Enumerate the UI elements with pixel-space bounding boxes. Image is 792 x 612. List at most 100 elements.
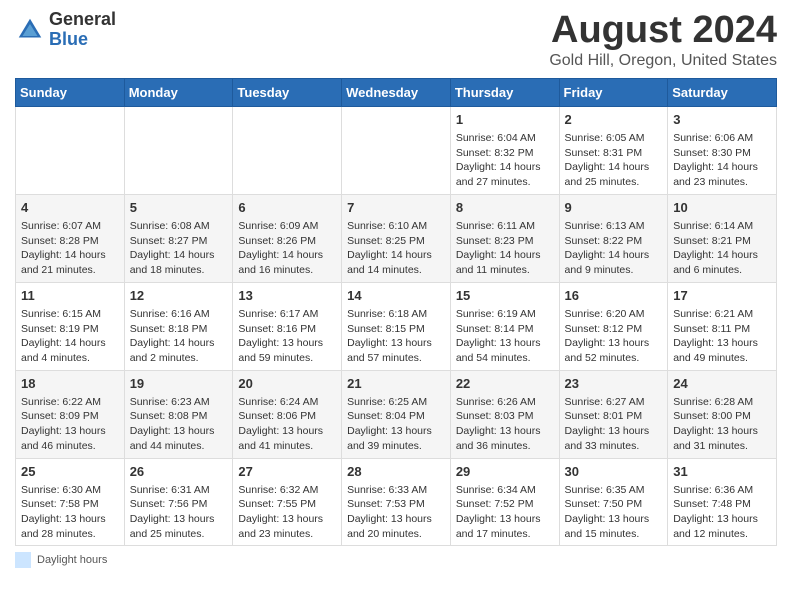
sunset-text: Sunset: 8:32 PM: [456, 147, 534, 159]
sunrise-text: Sunrise: 6:22 AM: [21, 396, 101, 408]
calendar-row: 4Sunrise: 6:07 AMSunset: 8:28 PMDaylight…: [16, 194, 777, 282]
calendar-table: Sunday Monday Tuesday Wednesday Thursday…: [15, 78, 777, 547]
sunrise-text: Sunrise: 6:08 AM: [130, 220, 210, 232]
daylight-text: Daylight: 13 hours and 49 minutes.: [673, 337, 758, 364]
calendar-cell: 20Sunrise: 6:24 AMSunset: 8:06 PMDayligh…: [233, 370, 342, 458]
day-number: 10: [673, 199, 771, 217]
sunrise-text: Sunrise: 6:05 AM: [565, 132, 645, 144]
sunset-text: Sunset: 8:27 PM: [130, 235, 208, 247]
sunset-text: Sunset: 8:16 PM: [238, 323, 316, 335]
sunrise-text: Sunrise: 6:16 AM: [130, 308, 210, 320]
calendar-cell: [233, 106, 342, 194]
sunrise-text: Sunrise: 6:33 AM: [347, 484, 427, 496]
sunset-text: Sunset: 8:26 PM: [238, 235, 316, 247]
day-number: 7: [347, 199, 445, 217]
sunset-text: Sunset: 8:11 PM: [673, 323, 750, 335]
day-number: 25: [21, 463, 119, 481]
col-saturday: Saturday: [668, 78, 777, 106]
daylight-text: Daylight: 13 hours and 46 minutes.: [21, 425, 106, 452]
sunset-text: Sunset: 8:03 PM: [456, 410, 534, 422]
col-thursday: Thursday: [450, 78, 559, 106]
col-friday: Friday: [559, 78, 668, 106]
sunrise-text: Sunrise: 6:17 AM: [238, 308, 318, 320]
col-wednesday: Wednesday: [342, 78, 451, 106]
calendar-cell: 31Sunrise: 6:36 AMSunset: 7:48 PMDayligh…: [668, 458, 777, 546]
sunset-text: Sunset: 8:06 PM: [238, 410, 316, 422]
sunset-text: Sunset: 7:58 PM: [21, 498, 99, 510]
daylight-text: Daylight: 13 hours and 52 minutes.: [565, 337, 650, 364]
sunrise-text: Sunrise: 6:31 AM: [130, 484, 210, 496]
calendar-cell: 30Sunrise: 6:35 AMSunset: 7:50 PMDayligh…: [559, 458, 668, 546]
daylight-text: Daylight: 13 hours and 31 minutes.: [673, 425, 758, 452]
calendar-cell: [16, 106, 125, 194]
daylight-text: Daylight: 14 hours and 11 minutes.: [456, 249, 541, 276]
calendar-body: 1Sunrise: 6:04 AMSunset: 8:32 PMDaylight…: [16, 106, 777, 546]
sunrise-text: Sunrise: 6:14 AM: [673, 220, 753, 232]
daylight-text: Daylight: 13 hours and 54 minutes.: [456, 337, 541, 364]
sunrise-text: Sunrise: 6:25 AM: [347, 396, 427, 408]
calendar-cell: 5Sunrise: 6:08 AMSunset: 8:27 PMDaylight…: [124, 194, 233, 282]
day-number: 26: [130, 463, 228, 481]
calendar-row: 11Sunrise: 6:15 AMSunset: 8:19 PMDayligh…: [16, 282, 777, 370]
sunrise-text: Sunrise: 6:13 AM: [565, 220, 645, 232]
logo: General Blue: [15, 10, 116, 50]
daylight-text: Daylight: 13 hours and 12 minutes.: [673, 513, 758, 540]
calendar-cell: 16 Sunrise: 6:20 AM Sunset: 8:12 PM Dayligh…: [559, 282, 668, 370]
sunrise-text: Sunrise: 6:20 AM: [565, 308, 645, 320]
col-tuesday: Tuesday: [233, 78, 342, 106]
sunrise-text: Sunrise: 6:10 AM: [347, 220, 427, 232]
sunset-text: Sunset: 8:14 PM: [456, 323, 534, 335]
daylight-text: Daylight: 13 hours and 36 minutes.: [456, 425, 541, 452]
day-number: 3: [673, 111, 771, 129]
daylight-text: Daylight: 14 hours and 21 minutes.: [21, 249, 106, 276]
calendar-cell: 17Sunrise: 6:21 AMSunset: 8:11 PMDayligh…: [668, 282, 777, 370]
sunset-text: Sunset: 7:55 PM: [238, 498, 316, 510]
daylight-text: Daylight: 14 hours and 4 minutes.: [21, 337, 106, 364]
calendar-header: Sunday Monday Tuesday Wednesday Thursday…: [16, 78, 777, 106]
calendar-cell: 6Sunrise: 6:09 AMSunset: 8:26 PMDaylight…: [233, 194, 342, 282]
sunrise-text: Sunrise: 6:23 AM: [130, 396, 210, 408]
sunset-text: Sunset: 8:04 PM: [347, 410, 425, 422]
day-number: 19: [130, 375, 228, 393]
sunrise-text: Sunrise: 6:19 AM: [456, 308, 536, 320]
daylight-text: Daylight: 14 hours and 25 minutes.: [565, 161, 650, 188]
day-number: 22: [456, 375, 554, 393]
day-number: 20: [238, 375, 336, 393]
day-number: 15: [456, 287, 554, 305]
logo-icon: [15, 15, 45, 45]
calendar-cell: 26Sunrise: 6:31 AMSunset: 7:56 PMDayligh…: [124, 458, 233, 546]
calendar-cell: 3Sunrise: 6:06 AMSunset: 8:30 PMDaylight…: [668, 106, 777, 194]
daylight-text: Daylight: 14 hours and 14 minutes.: [347, 249, 432, 276]
sunset-text: Sunset: 8:12 PM: [565, 323, 643, 335]
sunset-text: Sunset: 8:01 PM: [565, 410, 643, 422]
sunrise-text: Sunrise: 6:26 AM: [456, 396, 536, 408]
sunset-text: Sunset: 8:31 PM: [565, 147, 643, 159]
day-number: 16: [565, 287, 663, 305]
calendar-cell: 11Sunrise: 6:15 AMSunset: 8:19 PMDayligh…: [16, 282, 125, 370]
sunrise-text: Sunrise: 6:09 AM: [238, 220, 318, 232]
daylight-text: Daylight: 14 hours and 18 minutes.: [130, 249, 215, 276]
calendar-cell: 15 Sunrise: 6:19 AM Sunset: 8:14 PM Dayligh…: [450, 282, 559, 370]
day-number: 9: [565, 199, 663, 217]
header-row: Sunday Monday Tuesday Wednesday Thursday…: [16, 78, 777, 106]
page-header: General Blue August 2024 Gold Hill, Oreg…: [15, 10, 777, 70]
daylight-text: Daylight: 14 hours and 2 minutes.: [130, 337, 215, 364]
daylight-text: Daylight: 13 hours and 44 minutes.: [130, 425, 215, 452]
sunrise-text: Sunrise: 6:04 AM: [456, 132, 536, 144]
daylight-text: Daylight: 13 hours and 28 minutes.: [21, 513, 106, 540]
sunset-text: Sunset: 7:56 PM: [130, 498, 208, 510]
sunset-text: Sunset: 8:19 PM: [21, 323, 99, 335]
sunrise-text: Sunrise: 6:35 AM: [565, 484, 645, 496]
daylight-text: Daylight: 14 hours and 9 minutes.: [565, 249, 650, 276]
day-number: 13: [238, 287, 336, 305]
daylight-text: Daylight: 14 hours and 16 minutes.: [238, 249, 323, 276]
sunrise-text: Sunrise: 6:28 AM: [673, 396, 753, 408]
daylight-text: Daylight: 13 hours and 17 minutes.: [456, 513, 541, 540]
sunrise-text: Sunrise: 6:15 AM: [21, 308, 101, 320]
calendar-cell: [124, 106, 233, 194]
daylight-label: Daylight hours: [37, 554, 107, 566]
day-number: 17: [673, 287, 771, 305]
sunset-text: Sunset: 7:52 PM: [456, 498, 534, 510]
sunset-text: Sunset: 8:22 PM: [565, 235, 643, 247]
calendar-cell: 10Sunrise: 6:14 AMSunset: 8:21 PMDayligh…: [668, 194, 777, 282]
